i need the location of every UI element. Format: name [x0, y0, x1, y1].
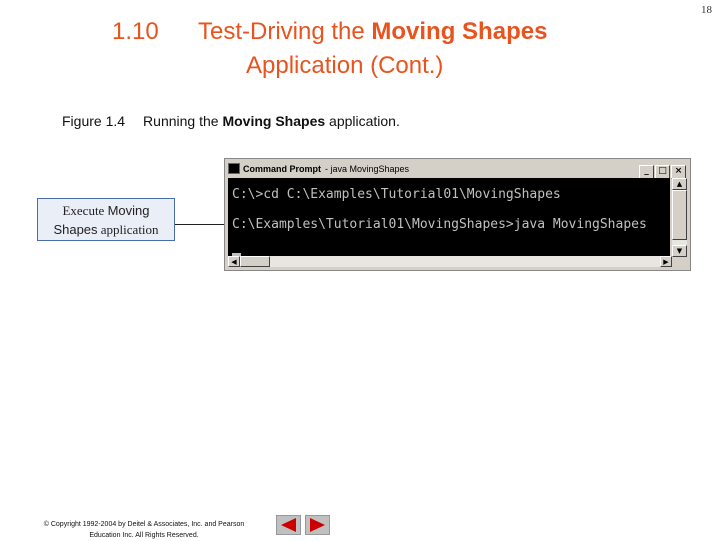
- page-number: 18: [701, 4, 712, 16]
- caption-bold: Moving Shapes: [222, 113, 326, 129]
- window-titlebar[interactable]: Command Prompt - java MovingShapes _ □ ×: [227, 161, 688, 179]
- vertical-scroll-thumb[interactable]: [672, 190, 687, 240]
- next-slide-button[interactable]: [305, 515, 330, 535]
- title-prefix: Test-Driving the: [198, 18, 372, 45]
- triangle-left-icon: [281, 518, 296, 532]
- previous-slide-button[interactable]: [276, 515, 301, 535]
- title-bold: Moving Shapes: [371, 18, 548, 45]
- section-number: 1.10: [112, 18, 159, 45]
- slide-title: Test-Driving the Moving Shapes: [198, 18, 547, 46]
- figure-caption: Figure 1.4 Running the Moving Shapes appl…: [62, 113, 400, 129]
- console-output[interactable]: C:\>cd C:\Examples\Tutorial01\MovingShap…: [228, 178, 670, 257]
- scroll-down-icon[interactable]: ▼: [672, 245, 687, 257]
- maximize-button[interactable]: □: [655, 165, 670, 179]
- close-button[interactable]: ×: [671, 165, 686, 179]
- callout-bold1: Moving: [107, 203, 150, 218]
- callout-bold2: Shapes: [53, 222, 98, 237]
- caption-prefix: Running the: [143, 113, 223, 129]
- callout-prefix: Execute: [62, 203, 108, 218]
- callout-suffix: application: [97, 222, 159, 237]
- window-controls: _ □ ×: [638, 162, 686, 179]
- horizontal-scrollbar[interactable]: ◀ ▶: [228, 256, 672, 267]
- caption-suffix: application.: [325, 113, 400, 129]
- console-line: C:\Examples\Tutorial01\MovingShapes>java…: [232, 217, 647, 232]
- copyright-line1: © Copyright 1992-2004 by Deitel & Associ…: [43, 521, 245, 528]
- scroll-up-icon[interactable]: ▲: [672, 178, 687, 190]
- copyright-line2: Education Inc. All Rights Reserved.: [89, 532, 199, 539]
- vertical-scrollbar[interactable]: ▲ ▼: [672, 178, 687, 257]
- scroll-right-icon[interactable]: ▶: [660, 256, 672, 267]
- figure-label: Figure 1.4: [62, 113, 126, 129]
- callout-connector: [175, 224, 227, 225]
- console-line: C:\>cd C:\Examples\Tutorial01\MovingShap…: [232, 187, 561, 202]
- copyright-notice: © Copyright 1992-2004 by Deitel & Associ…: [20, 519, 268, 541]
- console-cursor-line: [232, 240, 670, 257]
- console-app-icon: [228, 163, 240, 175]
- slide-title-line2: Application (Cont.): [246, 52, 444, 79]
- window-title-sub: - java MovingShapes: [325, 164, 410, 174]
- minimize-button[interactable]: _: [639, 165, 654, 179]
- window-title: Command Prompt: [243, 164, 322, 174]
- callout-box: Execute Moving Shapes application: [37, 198, 175, 241]
- scroll-left-icon[interactable]: ◀: [228, 256, 240, 267]
- horizontal-scroll-thumb[interactable]: [240, 256, 270, 267]
- triangle-right-icon: [310, 518, 325, 532]
- command-prompt-window[interactable]: Command Prompt - java MovingShapes _ □ × C:…: [224, 158, 691, 271]
